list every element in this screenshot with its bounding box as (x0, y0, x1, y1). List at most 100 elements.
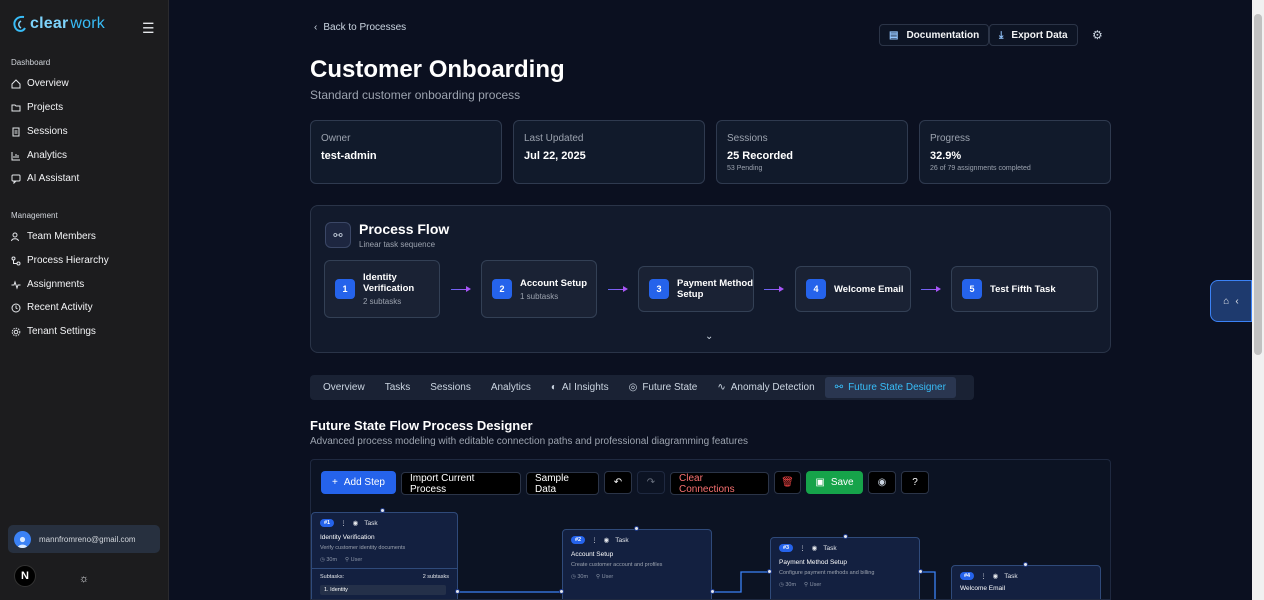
sidebar-item-ai-assistant[interactable]: AI Assistant (11, 173, 79, 184)
flow-step-2[interactable]: 2 Account Setup 1 subtasks (481, 260, 597, 318)
subtasks-header: Subtasks: 2 subtasks (312, 568, 457, 580)
tab-anomaly-detection[interactable]: ∿ Anomaly Detection (707, 377, 824, 398)
node-role: ⚲ User (345, 557, 363, 563)
tab-label: Future State Designer (848, 382, 946, 393)
documentation-button[interactable]: ▤ Documentation (879, 24, 990, 46)
task-icon: ◉ (992, 573, 999, 580)
flow-step-3[interactable]: 3 Payment Method Setup (638, 266, 754, 312)
node-handle[interactable] (1023, 562, 1028, 567)
sidebar-item-tenant-settings[interactable]: Tenant Settings (11, 326, 96, 337)
designer-node-4[interactable]: #4 ⋮ ◉ Task Welcome Email (951, 565, 1101, 599)
flow-step-1[interactable]: 1 Identity Verification 2 subtasks (324, 260, 440, 318)
sidebar-item-assignments[interactable]: Assignments (11, 279, 84, 290)
nav-label: Recent Activity (27, 302, 93, 313)
progress-card: Progress 32.9% 26 of 79 assignments comple… (919, 120, 1111, 184)
drag-handle-icon[interactable]: ⋮ (340, 519, 347, 527)
designer-node-1[interactable]: #1 ⋮ ◉ Task Identity Verification Verify cu… (311, 512, 458, 599)
expand-chevron-icon[interactable]: ⌄ (705, 331, 713, 342)
settings-gear-icon[interactable]: ⚙ (1092, 28, 1103, 42)
step-sub: 2 subtasks (363, 297, 402, 306)
flow-step-5[interactable]: 5 Test Fifth Task (951, 266, 1098, 312)
main-content: ‹ Back to Processes ▤ Documentation ⤓ Expor… (170, 0, 1252, 600)
step-title: Identity Verification (363, 272, 415, 294)
tab-ai-insights[interactable]: ◐ AI Insights (541, 377, 619, 398)
tab-label: Anomaly Detection (730, 382, 815, 393)
node-handle[interactable] (710, 589, 715, 594)
back-link[interactable]: ‹ Back to Processes (314, 22, 406, 33)
sidebar-item-process-hierarchy[interactable]: Process Hierarchy (11, 255, 109, 266)
sidebar-item-team-members[interactable]: Team Members (11, 231, 96, 242)
node-badge: #3 (779, 544, 794, 552)
node-title: Account Setup (571, 551, 614, 558)
sidebar-item-projects[interactable]: Projects (11, 102, 63, 113)
clock-icon (11, 303, 21, 312)
menu-toggle-icon[interactable]: ☰ (142, 20, 155, 37)
card-value: 32.9% (930, 150, 962, 162)
node-handle[interactable] (634, 526, 639, 531)
user-account-button[interactable]: mannfromreno@gmail.com (8, 525, 160, 553)
step-title: Welcome Email (834, 283, 904, 295)
tab-analytics[interactable]: Analytics (481, 377, 541, 398)
export-data-button[interactable]: ⤓ Export Data (989, 24, 1078, 46)
node-handle[interactable] (559, 589, 564, 594)
page-title: Customer Onboarding (310, 56, 565, 83)
subtask-item[interactable]: 1. Identity (320, 585, 446, 595)
flow-step-4[interactable]: 4 Welcome Email (795, 266, 911, 312)
ai-assistant-toggle[interactable]: ⌂ ‹ (1210, 280, 1252, 322)
activity-icon: ∿ (717, 382, 726, 393)
tab-overview[interactable]: Overview (313, 377, 375, 398)
sessions-card: Sessions 25 Recorded 53 Pending (716, 120, 908, 184)
sidebar-item-analytics[interactable]: Analytics (11, 150, 67, 161)
documentation-label: Documentation (906, 29, 980, 41)
nav-label: Team Members (27, 231, 96, 242)
avatar[interactable]: N (14, 565, 36, 587)
flow-arrow (921, 286, 941, 292)
scrollbar[interactable] (1252, 0, 1264, 600)
step-number: 5 (962, 279, 982, 299)
node-handle[interactable] (843, 534, 848, 539)
drag-handle-icon[interactable]: ⋮ (591, 536, 598, 544)
designer-node-3[interactable]: #3 ⋮ ◉ Task Payment Method Setup Configure … (770, 537, 920, 599)
node-handle[interactable] (918, 569, 923, 574)
flow-arrow (608, 286, 628, 292)
node-role-value: User (350, 557, 363, 563)
tab-future-state-designer[interactable]: ⚯ Future State Designer (824, 377, 956, 398)
node-role: ⚲ User (804, 582, 822, 588)
app-logo[interactable]: clear work (12, 14, 105, 34)
sidebar-item-overview[interactable]: Overview (11, 78, 69, 89)
process-flow-title: Process Flow (359, 221, 450, 237)
lightbulb-icon: ◐ (550, 382, 557, 393)
sidebar-item-recent-activity[interactable]: Recent Activity (11, 302, 93, 313)
tab-sessions[interactable]: Sessions (420, 377, 481, 398)
node-handle[interactable] (767, 569, 772, 574)
node-time-value: 30m (577, 574, 589, 580)
download-icon: ⤓ (999, 29, 1004, 41)
node-badge: #1 (320, 519, 335, 527)
node-desc: Configure payment methods and billing (779, 570, 875, 576)
robot-icon: ⌂ (1223, 295, 1230, 307)
scrollbar-thumb[interactable] (1254, 14, 1262, 355)
tab-tasks[interactable]: Tasks (375, 377, 421, 398)
drag-handle-icon[interactable]: ⋮ (799, 544, 806, 552)
node-role-value: User (601, 574, 614, 580)
drag-handle-icon[interactable]: ⋮ (980, 572, 987, 580)
nav-label: AI Assistant (27, 173, 80, 184)
designer-node-2[interactable]: #2 ⋮ ◉ Task Account Setup Create customer a… (562, 529, 712, 599)
tab-future-state[interactable]: ◎ Future State (619, 377, 708, 398)
theme-toggle-sun-icon[interactable]: ☼ (79, 573, 89, 585)
step-title: Test Fifth Task (990, 283, 1056, 295)
logo-text-a: clear (30, 15, 69, 32)
node-handle[interactable] (380, 508, 385, 513)
process-flow-subtitle: Linear task sequence (359, 240, 436, 249)
sidebar-item-sessions[interactable]: Sessions (11, 126, 68, 137)
card-value: test-admin (321, 150, 377, 162)
designer-canvas[interactable]: + Add Step Import Current Process Sample … (310, 459, 1111, 600)
user-avatar (14, 530, 31, 548)
hierarchy-icon (11, 256, 21, 265)
tab-bar: Overview Tasks Sessions Analytics ◐ AI In… (310, 375, 974, 400)
chat-icon (11, 174, 21, 184)
owner-card: Owner test-admin (310, 120, 502, 184)
node-handle[interactable] (455, 589, 460, 594)
subtasks-label: Subtasks: (320, 574, 345, 580)
tab-label: Future State (642, 382, 698, 393)
